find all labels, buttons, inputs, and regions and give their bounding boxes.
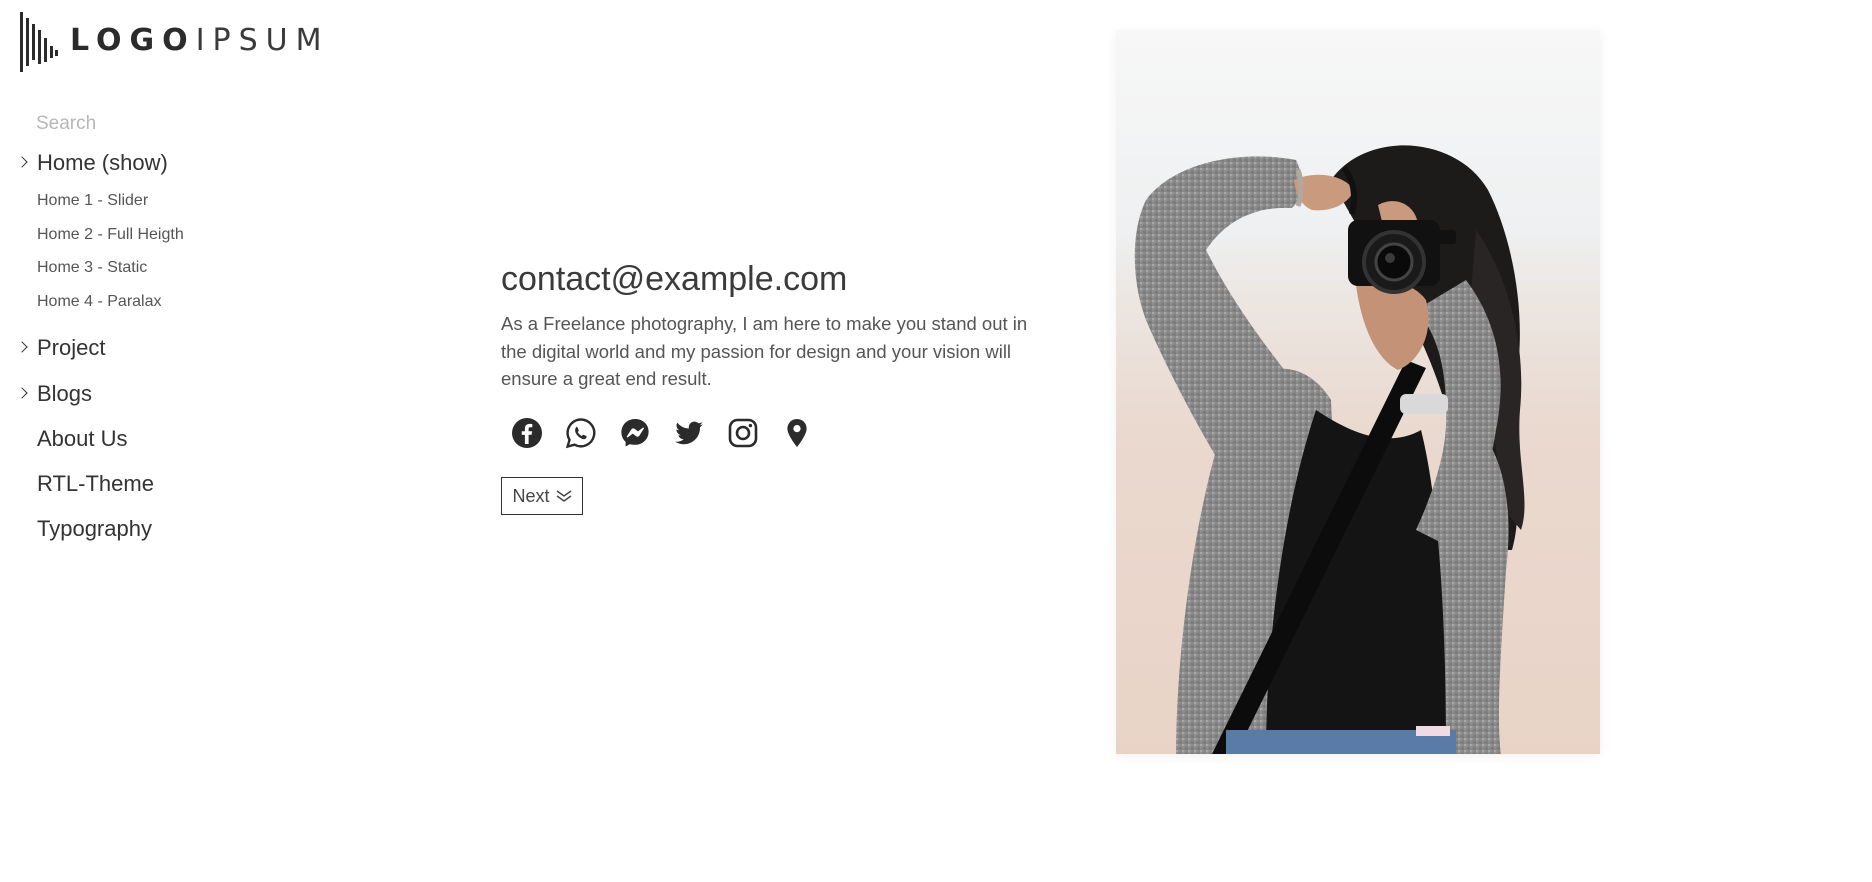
twitter-icon[interactable] (670, 414, 708, 452)
nav-item-about[interactable]: About Us (37, 426, 128, 452)
whatsapp-icon[interactable] (562, 414, 600, 452)
messenger-icon[interactable] (616, 414, 654, 452)
nav-item-rtl-theme[interactable]: RTL-Theme (37, 471, 154, 497)
about-description: As a Freelance photography, I am here to… (501, 313, 1028, 389)
logo-text-primary: LOGO (70, 22, 196, 58)
logo-mark-icon (20, 12, 58, 72)
nav-item-label: Blogs (37, 381, 93, 406)
chevron-right-icon (16, 156, 28, 168)
location-pin-icon[interactable] (778, 414, 816, 452)
instagram-icon[interactable] (724, 414, 762, 452)
nav-item-label: About Us (37, 426, 128, 451)
photographer-portrait-image (1116, 30, 1600, 754)
nav-subitem-home-3[interactable]: Home 3 - Static (37, 259, 147, 277)
search-input[interactable] (36, 110, 256, 138)
nav-subitem-label: Home 1 - Slider (37, 192, 149, 209)
nav-item-project[interactable]: Project (16, 335, 106, 361)
double-chevron-down-icon (556, 490, 571, 502)
nav-subitem-home-1[interactable]: Home 1 - Slider (37, 192, 148, 210)
nav-item-label: Project (37, 335, 106, 360)
next-button[interactable]: Next (501, 477, 583, 515)
facebook-icon[interactable] (508, 414, 546, 452)
nav-item-label: Home (show) (37, 150, 168, 175)
nav-subitem-label: Home 3 - Static (37, 259, 148, 276)
next-button-label: Next (512, 485, 550, 506)
nav-item-label: Typography (37, 516, 152, 541)
nav-item-typography[interactable]: Typography (37, 516, 152, 542)
hero-photo (1116, 30, 1600, 754)
logo-text: LOGOIPSUM (70, 23, 330, 58)
nav-item-blogs[interactable]: Blogs (16, 381, 93, 407)
chevron-right-icon (16, 387, 28, 399)
chevron-right-icon (16, 341, 28, 353)
logo[interactable]: LOGOIPSUM (20, 12, 330, 72)
social-links (508, 414, 832, 452)
contact-email[interactable]: contact@example.com (501, 260, 847, 299)
nav-subitem-home-4[interactable]: Home 4 - Paralax (37, 293, 162, 311)
nav-subitem-label: Home 4 - Paralax (37, 293, 162, 310)
nav-subitem-label: Home 2 - Full Heigth (37, 226, 184, 243)
nav-item-label: RTL-Theme (37, 471, 154, 496)
nav-subitem-home-2[interactable]: Home 2 - Full Heigth (37, 226, 184, 244)
logo-text-secondary: IPSUM (195, 22, 330, 58)
nav-item-home[interactable]: Home (show) (16, 150, 168, 176)
